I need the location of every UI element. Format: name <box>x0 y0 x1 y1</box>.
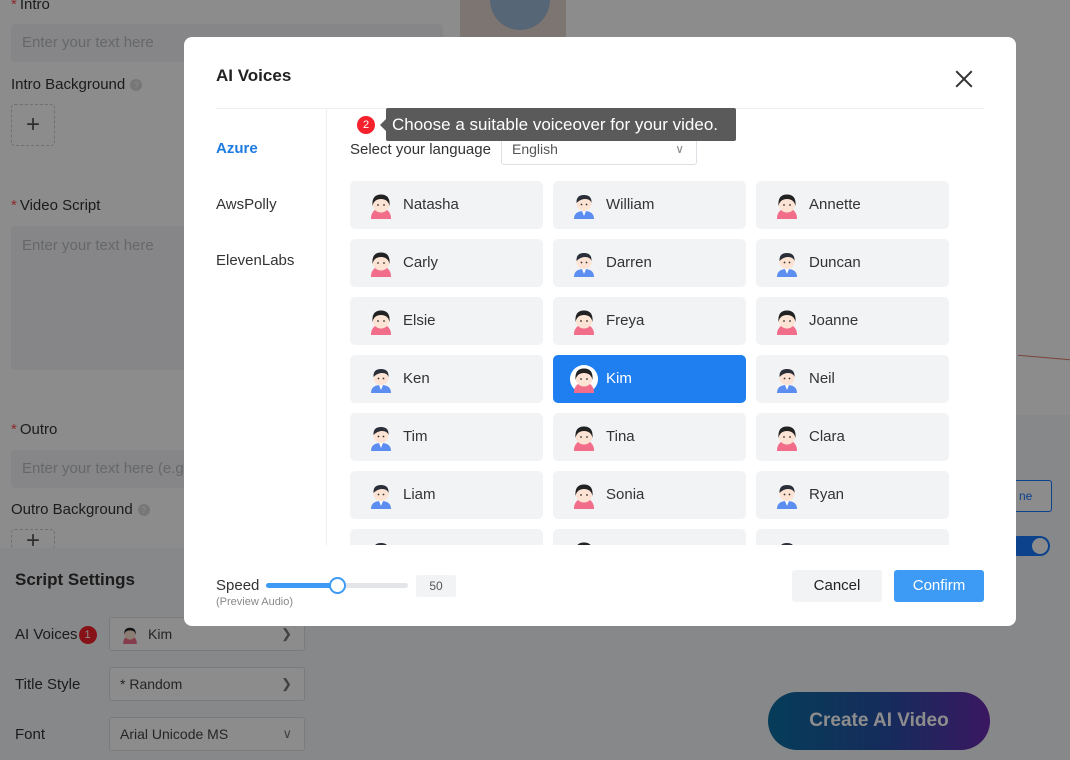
voice-name: Clara <box>809 428 845 445</box>
female-avatar-icon <box>774 307 800 344</box>
voice-list: Natasha William Annette Carly Darren Duncan El… <box>350 181 950 545</box>
female-avatar-icon <box>571 539 597 545</box>
male-avatar-icon <box>368 365 394 393</box>
voice-option[interactable]: Duncan <box>756 239 949 287</box>
speed-slider[interactable] <box>266 577 408 594</box>
voice-name: Kim <box>606 370 632 387</box>
male-avatar-icon <box>774 481 800 509</box>
male-avatar-icon <box>368 481 394 509</box>
modal-title: AI Voices <box>216 66 292 85</box>
voice-name: Annette <box>809 196 861 213</box>
voice-option[interactable]: Joanne <box>756 297 949 345</box>
voice-option[interactable]: Clara <box>756 413 949 461</box>
voice-option[interactable]: Neil <box>756 355 949 403</box>
voice-name: Tina <box>606 428 635 445</box>
voice-option[interactable]: Ryan <box>756 471 949 519</box>
voice-option[interactable]: Tina <box>553 413 746 461</box>
voice-option[interactable]: Freya <box>553 297 746 345</box>
voice-name: Darren <box>606 254 652 271</box>
voice-option[interactable]: Natasha <box>350 181 543 229</box>
female-avatar-icon <box>571 423 597 460</box>
female-avatar-icon <box>368 307 394 344</box>
female-avatar-icon <box>368 191 394 228</box>
confirm-button[interactable]: Confirm <box>894 570 984 602</box>
guide-tooltip: Choose a suitable voiceover for your vid… <box>380 108 736 141</box>
voice-option[interactable]: Tim <box>350 413 543 461</box>
female-avatar-icon <box>368 249 394 286</box>
voice-option[interactable]: Liam <box>350 471 543 519</box>
voice-option[interactable]: Kim <box>553 355 746 403</box>
cancel-button[interactable]: Cancel <box>792 570 882 602</box>
male-avatar-icon <box>774 539 800 545</box>
voice-option[interactable]: Darren <box>553 239 746 287</box>
voice-option[interactable]: Ken <box>350 355 543 403</box>
female-avatar-icon <box>571 481 597 518</box>
voice-option[interactable]: Annette <box>756 181 949 229</box>
ai-voices-modal: AI Voices Azure AwsPolly ElevenLabs Sele… <box>184 37 1016 626</box>
male-avatar-icon <box>774 249 800 277</box>
provider-tab-awspolly[interactable]: AwsPolly <box>216 196 277 213</box>
voice-option[interactable] <box>756 529 949 545</box>
speed-slider-fill <box>266 583 337 588</box>
voice-name: Ryan <box>809 486 845 503</box>
provider-tab-azure[interactable]: Azure <box>216 140 258 157</box>
voice-name: Neil <box>809 370 835 387</box>
provider-divider <box>326 109 327 545</box>
voice-option[interactable]: Carly <box>350 239 543 287</box>
voice-name: Natasha <box>403 196 459 213</box>
voice-name: Freya <box>606 312 645 329</box>
female-avatar-icon <box>774 423 800 460</box>
voice-name: Liam <box>403 486 436 503</box>
female-avatar-icon <box>570 365 598 402</box>
voice-name: Ken <box>403 370 430 387</box>
male-avatar-icon <box>571 191 597 219</box>
male-avatar-icon <box>368 423 394 451</box>
speed-label: Speed <box>216 577 260 594</box>
female-avatar-icon <box>774 191 800 228</box>
voice-option[interactable]: William <box>553 181 746 229</box>
provider-tab-elevenlabs[interactable]: ElevenLabs <box>216 252 294 269</box>
close-icon[interactable] <box>950 65 978 93</box>
voice-name: Duncan <box>809 254 861 271</box>
speed-value: 50 <box>416 575 456 597</box>
voice-name: Carly <box>403 254 439 271</box>
voice-option[interactable] <box>350 529 543 545</box>
step-badge: 2 <box>357 116 375 134</box>
male-avatar-icon <box>571 249 597 277</box>
speed-slider-handle[interactable] <box>328 577 346 594</box>
voice-name: Tim <box>403 428 428 445</box>
voice-option[interactable]: Sonia <box>553 471 746 519</box>
voice-name: Elsie <box>403 312 436 329</box>
voice-option[interactable] <box>553 529 746 545</box>
female-avatar-icon <box>571 307 597 344</box>
speed-sub-label: (Preview Audio) <box>216 596 294 608</box>
language-label: Select your language <box>350 141 491 158</box>
voice-name: Sonia <box>606 486 645 503</box>
voice-option[interactable]: Elsie <box>350 297 543 345</box>
male-avatar-icon <box>368 539 394 545</box>
voice-name: Joanne <box>809 312 859 329</box>
male-avatar-icon <box>774 365 800 393</box>
voice-name: William <box>606 196 655 213</box>
